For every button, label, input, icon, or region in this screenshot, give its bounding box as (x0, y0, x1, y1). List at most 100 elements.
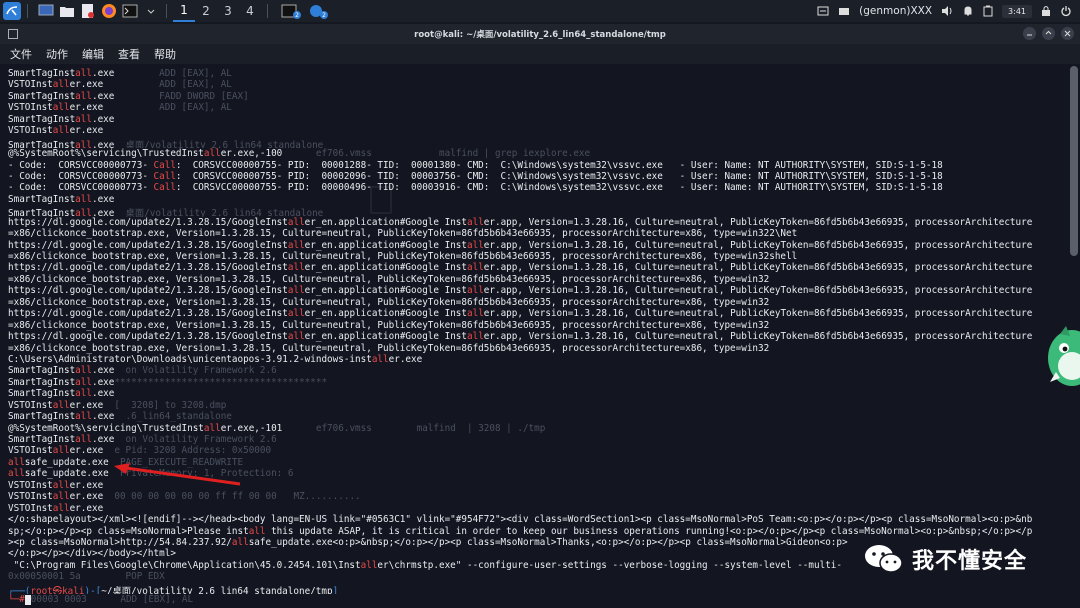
menu-actions[interactable]: 动作 (46, 46, 68, 62)
terminal-text-segment: er.exe (388, 353, 423, 365)
top-panel: 1 2 3 4 2 2 (genmon)XXX 3:41 (0, 0, 1080, 22)
terminal-text-segment: SmartTagInst (8, 411, 76, 423)
terminal-text-segment: er.exe (69, 125, 104, 137)
window-controls (1023, 27, 1074, 40)
terminal-text-segment: er.app, Version=1.3.28.16, Culture=neutr… (483, 262, 1033, 274)
terminal-text-segment: all (75, 365, 92, 377)
taskbar-terminal-icon[interactable]: 2 (277, 2, 301, 20)
maximize-button[interactable] (1042, 27, 1055, 40)
power-icon[interactable] (1060, 2, 1072, 21)
terminal-line: https://dl.google.com/update2/1.3.28.15/… (8, 262, 1064, 273)
terminal-text-segment: SmartTagInst (8, 208, 76, 217)
terminal-line: =x86/clickonce_bootstrap.exe, Version=1.… (8, 320, 1064, 331)
terminal-line: SmartTagInstall.exe (8, 194, 1064, 205)
terminal-text-segment: er.exe (69, 491, 104, 503)
terminal-line: VSTOInstaller.exe 00 00 00 00 00 00 ff f… (8, 491, 1064, 502)
lock-icon[interactable] (1041, 2, 1051, 21)
terminal-text-segment: all (75, 193, 92, 205)
terminal-text-segment: SmartTagInst (8, 139, 76, 149)
text-editor-icon[interactable] (79, 2, 97, 20)
terminal-text-segment: .6_lin64_standalone (114, 411, 232, 423)
panel-separator (166, 4, 167, 18)
terminal-line: https://dl.google.com/update2/1.3.28.15/… (8, 285, 1064, 296)
terminal-line: </o:shapelayout></xml><![endif]--></head… (8, 514, 1064, 525)
volume-icon[interactable] (941, 2, 953, 21)
terminal-line: SmartTagInstall.exe ADD [EAX], AL (8, 68, 1064, 79)
terminal-text-segment: all (75, 434, 92, 445)
terminal-text-segment: ADD [EAX], AL (103, 79, 232, 91)
workspace-3[interactable]: 3 (217, 0, 239, 22)
terminal-text-segment: on Volatility Framework 2.6 (114, 434, 277, 445)
terminal-text-segment: all (75, 208, 92, 217)
terminal-line: ┌──(root㉿kali)-[~/桌面/volatility_2.6_lin6… (8, 583, 1064, 594)
terminal-text-segment: =x86/clickonce_bootstrap.exe, Version=1.… (8, 251, 798, 262)
terminal-text-segment: .exe (91, 90, 115, 102)
window-titlebar[interactable]: root@kali: ~/桌面/volatility_2.6_lin64_sta… (0, 24, 1080, 44)
terminal-text-segment: 桌面/volatility_2.6_lin64_standalone (114, 139, 324, 149)
watermark-text: 我不懂安全 (912, 549, 1028, 574)
terminal-line: =x86/clickonce_bootstrap.exe, Version=1.… (8, 251, 1064, 262)
menu-view[interactable]: 查看 (118, 46, 140, 62)
menu-file[interactable]: 文件 (10, 46, 32, 62)
dropdown-icon[interactable] (142, 2, 160, 20)
terminal-text-segment: all (52, 102, 70, 114)
panel-separator (267, 4, 268, 18)
terminal-text-segment: all (287, 331, 305, 343)
kali-menu-icon[interactable] (3, 2, 21, 20)
terminal-lines: SmartTagInstall.exe ADD [EAX], AL VSTOIns… (8, 68, 1064, 606)
window-menu-icon[interactable] (8, 29, 18, 39)
terminal-scrollbar[interactable] (1070, 66, 1078, 256)
menu-help[interactable]: 帮助 (154, 46, 176, 62)
terminal-text-segment: SmartTagInst (8, 90, 76, 102)
workspace-1[interactable]: 1 (173, 0, 195, 22)
terminal-line: https://dl.google.com/update2/1.3.28.15/… (8, 217, 1064, 228)
terminal-text-segment: .exe (91, 376, 115, 388)
notification-bell-icon[interactable] (962, 2, 974, 21)
terminal-launcher-icon[interactable] (121, 2, 139, 20)
terminal-text-segment: .exe (91, 365, 115, 377)
terminal-text-segment: er.app, Version=1.3.28.16, Culture=neutr… (483, 308, 1033, 320)
terminal-text-segment: SmartTagInst (8, 113, 76, 125)
window-title: root@kali: ~/桌面/volatility_2.6_lin64_sta… (414, 30, 666, 40)
terminal-text-segment: all (75, 68, 92, 79)
terminal-text-segment: all (75, 376, 92, 388)
desktop-icon[interactable] (37, 2, 55, 20)
terminal-text-segment: =x86/clickonce_bootstrap.exe, Version=1.… (8, 273, 770, 285)
terminal-text-segment: all (467, 239, 484, 251)
terminal-text-segment: SmartTagInst (8, 68, 76, 79)
terminal-text-segment: this update ASAP, it is critical in orde… (265, 525, 1033, 537)
terminal-text-segment: ADD [EAX], AL (103, 102, 232, 114)
clock[interactable]: 3:41 (1002, 4, 1032, 18)
terminal-text-segment: all (287, 308, 305, 320)
terminal-text-segment: SmartTagInst (8, 193, 76, 205)
terminal-text-segment: all (75, 139, 92, 149)
terminal-text-segment: er.app, Version=1.3.28.16, Culture=neutr… (483, 285, 1033, 297)
workspace-2[interactable]: 2 (195, 0, 217, 22)
panel-separator (27, 4, 28, 18)
taskbar-app-icon[interactable]: 2 (304, 2, 328, 20)
minimize-button[interactable] (1023, 27, 1036, 40)
terminal-text-segment: 00003 0003 ADD [EBX], AL (30, 594, 194, 606)
terminal-text-segment: - Code: CORSVCC00000773- (8, 170, 154, 182)
terminal-text-segment: all (75, 113, 92, 125)
terminal-text-segment: https://dl.google.com/update2/1.3.28.15/… (8, 216, 288, 228)
terminal-text-segment: er.app, Version=1.3.28.16, Culture=neutr… (483, 239, 1033, 251)
terminal-output[interactable]: SmartTagInstall.exe ADD [EAX], AL VSTOIns… (0, 64, 1080, 608)
menu-edit[interactable]: 编辑 (82, 46, 104, 62)
terminal-text-segment: - Code: CORSVCC00000773- (8, 159, 154, 171)
terminal-text-segment: 桌面/volatility_2.6_lin64_standalone (114, 208, 324, 217)
terminal-text-segment: all (52, 502, 70, 514)
terminal-text-segment: └─# (8, 594, 25, 606)
battery-icon[interactable] (983, 2, 993, 21)
folder-icon[interactable] (58, 2, 76, 20)
terminal-line: SmartTagInstall.exe 桌面/volatility_2.6_li… (8, 205, 1064, 216)
terminal-text-segment: SmartTagInst (8, 388, 76, 400)
firefox-icon[interactable] (100, 2, 118, 20)
network-icon[interactable] (817, 2, 829, 21)
terminal-text-segment: .exe (91, 139, 115, 149)
workspace-4[interactable]: 4 (239, 0, 261, 22)
terminal-text-segment: all (52, 399, 70, 411)
terminal-line: VSTOInstaller.exe [ 3208] to 3208.dmp (8, 400, 1064, 411)
close-button[interactable] (1061, 27, 1074, 40)
genmon-monitor-icon[interactable] (838, 2, 850, 21)
